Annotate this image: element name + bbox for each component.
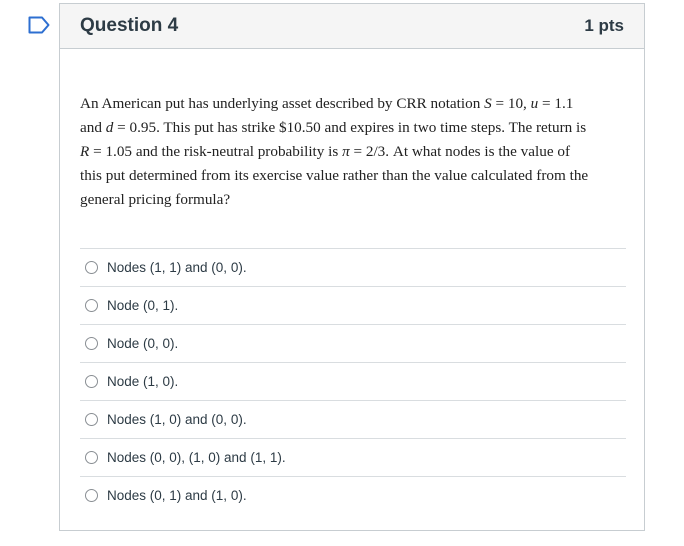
answer-label: Nodes (1, 0) and (0, 0). — [107, 412, 247, 427]
answer-option[interactable]: Node (0, 1). — [80, 286, 626, 324]
flag-question-icon[interactable] — [28, 16, 50, 34]
answer-option[interactable]: Nodes (0, 1) and (1, 0). — [80, 476, 626, 514]
radio-button[interactable] — [85, 451, 98, 464]
radio-button[interactable] — [85, 375, 98, 388]
answer-option[interactable]: Node (0, 0). — [80, 324, 626, 362]
answer-label: Nodes (0, 1) and (1, 0). — [107, 488, 247, 503]
question-text: An American put has underlying asset des… — [80, 95, 589, 208]
radio-button[interactable] — [85, 489, 98, 502]
question-points: 1 pts — [584, 16, 624, 35]
answer-label: Node (0, 0). — [107, 336, 179, 351]
answer-option[interactable]: Node (1, 0). — [80, 362, 626, 400]
answer-label: Nodes (0, 0), (1, 0) and (1, 1). — [107, 450, 286, 465]
answer-list: Nodes (1, 1) and (0, 0). Node (0, 1). No… — [80, 248, 626, 514]
answer-label: Node (0, 1). — [107, 298, 179, 313]
radio-button[interactable] — [85, 261, 98, 274]
answer-option[interactable]: Nodes (1, 1) and (0, 0). — [80, 248, 626, 286]
question-header: Question 4 1 pts — [60, 4, 644, 49]
answer-option[interactable]: Nodes (0, 0), (1, 0) and (1, 1). — [80, 438, 626, 476]
radio-button[interactable] — [85, 299, 98, 312]
answer-label: Nodes (1, 1) and (0, 0). — [107, 260, 247, 275]
radio-button[interactable] — [85, 413, 98, 426]
answer-option[interactable]: Nodes (1, 0) and (0, 0). — [80, 400, 626, 438]
question-title: Question 4 — [80, 15, 179, 36]
question-card: Question 4 1 pts An American put has und… — [59, 3, 645, 531]
answer-label: Node (1, 0). — [107, 374, 179, 389]
radio-button[interactable] — [85, 337, 98, 350]
